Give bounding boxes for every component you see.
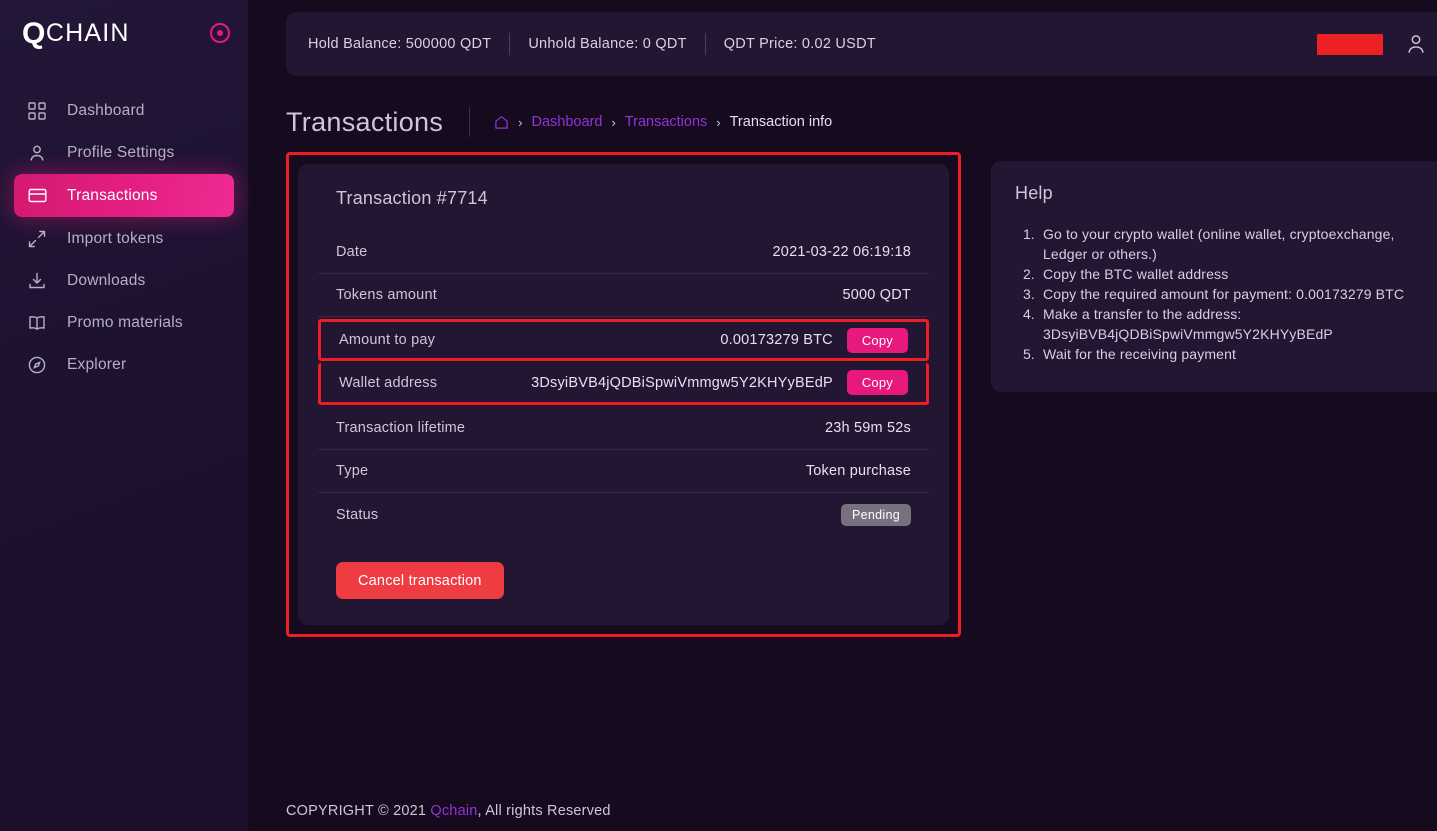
table-row: Date 2021-03-22 06:19:18 [318, 231, 929, 274]
table-row: Tokens amount 5000 QDT [318, 274, 929, 317]
expand-arrows-icon [26, 228, 48, 250]
transaction-card: Transaction #7714 Date 2021-03-22 06:19:… [298, 164, 949, 625]
sidebar-item-promo-materials[interactable]: Promo materials [14, 302, 234, 343]
redaction-box [1317, 33, 1383, 55]
sidebar-item-transactions[interactable]: Transactions [14, 174, 234, 217]
sidebar-header: Q CHAIN [0, 0, 248, 66]
page-header: Transactions › Dashboard › Transactions … [286, 102, 1437, 142]
user-icon[interactable] [1405, 33, 1427, 55]
book-icon [26, 312, 48, 334]
row-value: 0.00173279 BTC [720, 332, 833, 348]
app-root: Q CHAIN Dashboard Profile Settings Trans… [0, 0, 1437, 831]
sidebar-item-dashboard[interactable]: Dashboard [14, 90, 234, 131]
table-row-amount-to-pay: Amount to pay 0.00173279 BTC Copy [318, 319, 929, 361]
logo-q: Q [22, 17, 46, 50]
divider [509, 33, 511, 55]
download-icon [26, 270, 48, 292]
row-value: 3DsyiBVB4jQDBiSpwiVmmgw5Y2KHYyBEdP [531, 374, 833, 391]
sidebar-item-profile-settings[interactable]: Profile Settings [14, 132, 234, 173]
annotation-frame-transaction-card: Transaction #7714 Date 2021-03-22 06:19:… [286, 152, 961, 637]
sidebar-item-label: Explorer [67, 355, 127, 373]
copy-wallet-address-button[interactable]: Copy [846, 370, 908, 395]
copyright-suffix: , All rights Reserved [477, 803, 611, 819]
unhold-balance: Unhold Balance: 0 QDT [528, 36, 687, 52]
row-value: 2021-03-22 06:19:18 [772, 244, 911, 260]
table-row: Type Token purchase [318, 450, 929, 493]
table-row: Transaction lifetime 23h 59m 52s [318, 407, 929, 450]
row-label: Amount to pay [339, 332, 436, 348]
person-icon [26, 142, 48, 164]
sidebar-item-label: Transactions [67, 186, 158, 204]
breadcrumb-current: Transaction info [729, 114, 833, 130]
row-label: Status [336, 506, 379, 523]
breadcrumb-separator: › [611, 114, 616, 130]
list-item: Copy the BTC wallet address [1039, 264, 1425, 284]
list-item: Go to your crypto wallet (online wallet,… [1039, 224, 1425, 264]
help-title: Help [1015, 183, 1053, 203]
logo-text: CHAIN [45, 18, 130, 47]
row-label: Type [336, 463, 369, 479]
topbar-right [1317, 33, 1427, 55]
page-title: Transactions [286, 106, 444, 137]
card-icon [26, 185, 48, 207]
sidebar-item-downloads[interactable]: Downloads [14, 260, 234, 301]
sidebar-item-import-tokens[interactable]: Import tokens [14, 218, 234, 259]
transaction-detail-rows: Date 2021-03-22 06:19:18 Tokens amount 5… [318, 231, 929, 536]
balances-group: Hold Balance: 500000 QDT Unhold Balance:… [308, 33, 876, 55]
footer-link-qchain[interactable]: Qchain [430, 803, 477, 819]
cancel-transaction-button[interactable]: Cancel transaction [336, 562, 504, 599]
compass-icon [26, 354, 48, 376]
sidebar-nav: Dashboard Profile Settings Transactions [0, 90, 248, 385]
row-label: Wallet address [339, 374, 438, 391]
row-label: Transaction lifetime [336, 420, 466, 436]
transaction-card-title: Transaction #7714 [336, 188, 488, 208]
row-label: Date [336, 244, 368, 260]
divider [469, 107, 471, 137]
breadcrumb: › Dashboard › Transactions › Transaction… [494, 114, 832, 130]
table-row-status: Status Pending [318, 493, 929, 536]
breadcrumb-separator: › [518, 114, 523, 130]
logo[interactable]: Q CHAIN [22, 17, 130, 50]
content-area: Transaction #7714 Date 2021-03-22 06:19:… [286, 152, 1437, 637]
qdt-price: QDT Price: 0.02 USDT [723, 36, 876, 52]
row-value: Token purchase [805, 463, 911, 479]
copy-amount-button[interactable]: Copy [846, 327, 908, 353]
row-label: Tokens amount [336, 287, 437, 303]
main-area: Hold Balance: 500000 QDT Unhold Balance:… [248, 0, 1437, 831]
list-item: Copy the required amount for payment: 0.… [1039, 284, 1425, 304]
help-steps-list: Go to your crypto wallet (online wallet,… [1015, 224, 1425, 364]
row-value: 23h 59m 52s [824, 420, 911, 436]
divider [704, 33, 706, 55]
sidebar: Q CHAIN Dashboard Profile Settings Trans… [0, 0, 262, 831]
breadcrumb-separator: › [716, 114, 721, 130]
sidebar-item-label: Dashboard [67, 101, 145, 119]
sidebar-item-label: Promo materials [67, 313, 183, 331]
breadcrumb-link-transactions[interactable]: Transactions [625, 114, 707, 130]
sidebar-item-label: Downloads [67, 271, 146, 289]
grid-icon [26, 100, 48, 122]
copyright-prefix: COPYRIGHT © 2021 [286, 803, 427, 819]
topbar: Hold Balance: 500000 QDT Unhold Balance:… [286, 12, 1437, 76]
status-badge: Pending [841, 503, 911, 526]
table-row-wallet-address: Wallet address 3DsyiBVB4jQDBiSpwiVmmgw5Y… [318, 363, 929, 405]
list-item: Wait for the receiving payment [1039, 344, 1425, 364]
sidebar-item-label: Profile Settings [67, 143, 175, 161]
home-icon[interactable] [494, 115, 509, 130]
help-panel: Help Go to your crypto wallet (online wa… [991, 161, 1437, 392]
hold-balance: Hold Balance: 500000 QDT [308, 36, 492, 52]
sidebar-item-explorer[interactable]: Explorer [14, 344, 234, 385]
sidebar-item-label: Import tokens [67, 229, 164, 247]
target-dot-icon[interactable] [210, 23, 230, 43]
breadcrumb-link-dashboard[interactable]: Dashboard [532, 114, 603, 130]
list-item: Make a transfer to the address: 3DsyiBVB… [1039, 304, 1425, 344]
footer: COPYRIGHT © 2021 Qchain, All rights Rese… [286, 803, 611, 819]
row-value: 5000 QDT [842, 287, 911, 303]
